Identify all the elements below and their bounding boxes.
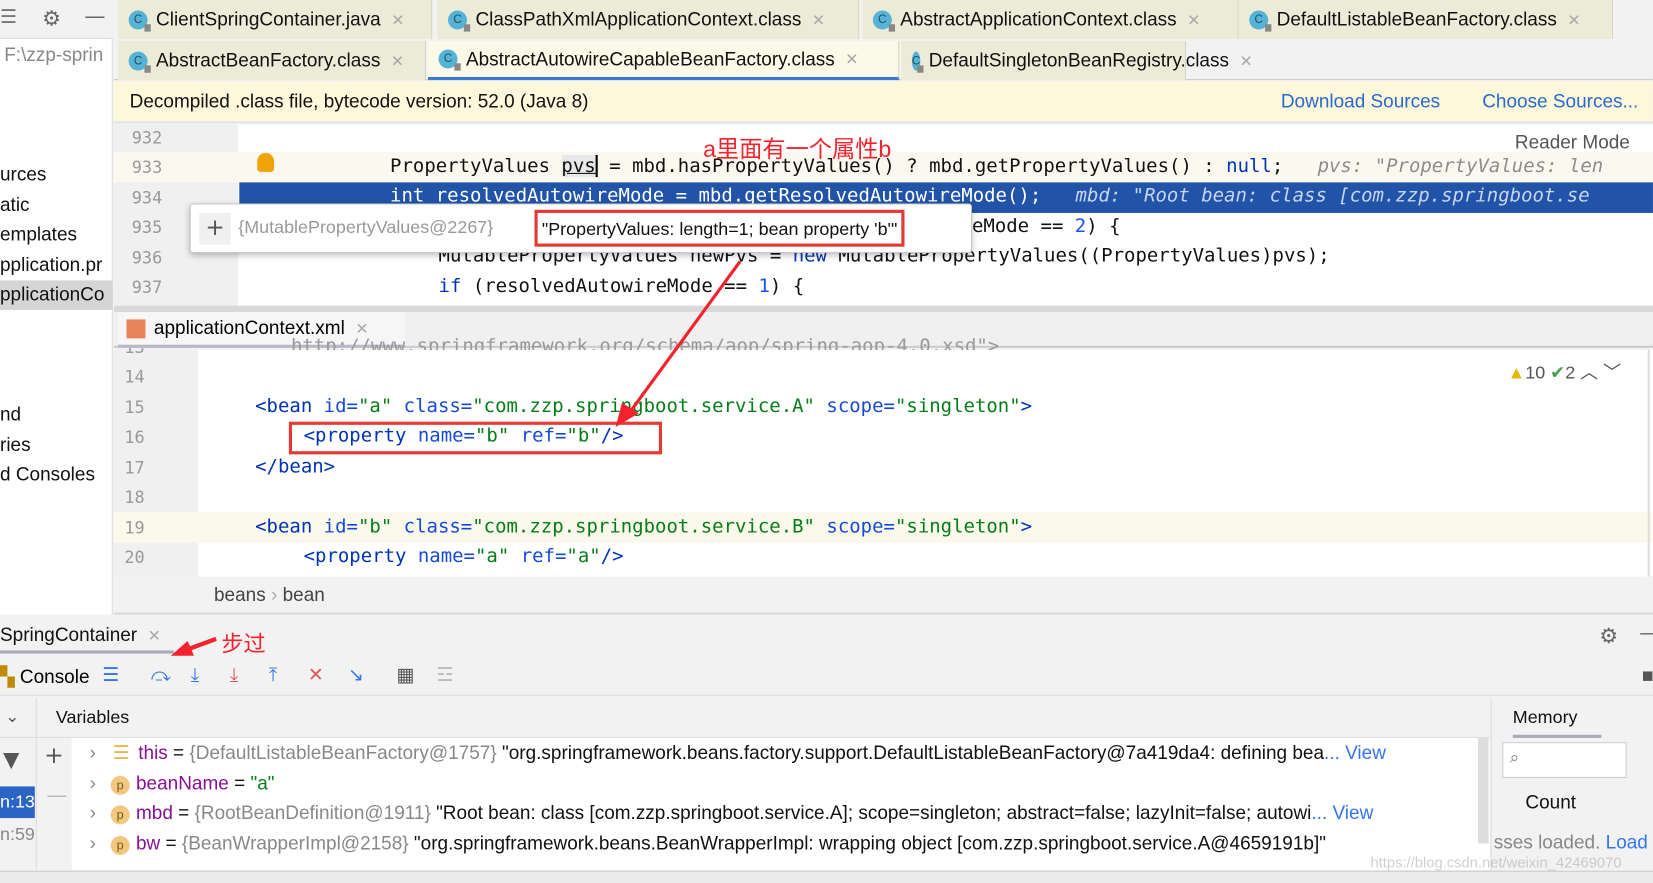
arrow-to-step-over (186, 636, 217, 652)
annotation-arrows (170, 260, 742, 656)
arrow-head (170, 640, 194, 656)
arrow-to-xml (627, 260, 742, 416)
